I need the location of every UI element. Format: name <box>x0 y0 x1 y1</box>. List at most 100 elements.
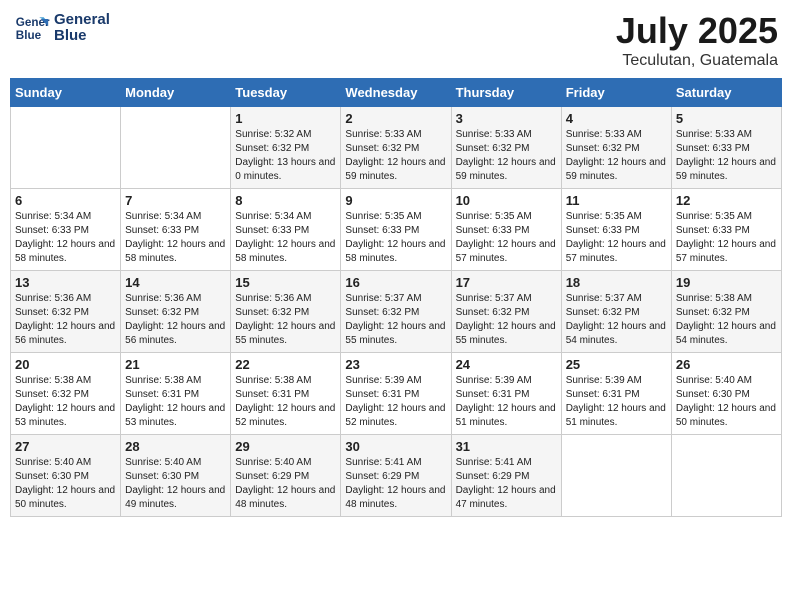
day-info: Sunrise: 5:37 AMSunset: 6:32 PMDaylight:… <box>456 292 557 348</box>
calendar-cell: 24 Sunrise: 5:39 AMSunset: 6:31 PMDayligh… <box>451 353 561 435</box>
day-info: Sunrise: 5:39 AMSunset: 6:31 PMDaylight:… <box>566 374 667 430</box>
week-row-1: 1 Sunrise: 5:32 AMSunset: 6:32 PMDaylight… <box>11 107 782 189</box>
day-info: Sunrise: 5:41 AMSunset: 6:29 PMDaylight:… <box>345 456 446 512</box>
calendar-cell: 4 Sunrise: 5:33 AMSunset: 6:32 PMDaylight… <box>561 107 671 189</box>
calendar-cell: 14 Sunrise: 5:36 AMSunset: 6:32 PMDayligh… <box>121 271 231 353</box>
day-number: 22 <box>235 357 336 372</box>
calendar-table: SundayMondayTuesdayWednesdayThursdayFrid… <box>10 78 782 517</box>
day-number: 1 <box>235 111 336 126</box>
day-info: Sunrise: 5:35 AMSunset: 6:33 PMDaylight:… <box>345 210 446 266</box>
calendar-cell: 29Sunrise: 5:40 AMSunset: 6:29 PMDayligh… <box>231 435 341 517</box>
day-number: 28 <box>125 439 226 454</box>
weekday-header-sunday: Sunday <box>11 79 121 107</box>
calendar-cell: 10Sunrise: 5:35 AMSunset: 6:33 PMDayligh… <box>451 189 561 271</box>
day-number: 11 <box>566 193 667 208</box>
day-number: 17 <box>456 275 557 290</box>
calendar-cell: 3Sunrise: 5:33 AMSunset: 6:32 PMDaylight… <box>451 107 561 189</box>
weekday-header-thursday: Thursday <box>451 79 561 107</box>
day-number: 5 <box>676 111 777 126</box>
month-title: July 2025 <box>616 10 778 52</box>
calendar-cell <box>11 107 121 189</box>
logo: General Blue General Blue <box>14 10 110 46</box>
week-row-5: 27 Sunrise: 5:40 AMSunset: 6:30 PMDayligh… <box>11 435 782 517</box>
day-info: Sunrise: 5:35 AMSunset: 6:33 PMDaylight:… <box>566 210 667 266</box>
day-info: Sunrise: 5:34 AMSunset: 6:33 PMDaylight:… <box>235 210 336 266</box>
week-row-4: 20Sunrise: 5:38 AMSunset: 6:32 PMDayligh… <box>11 353 782 435</box>
day-info: Sunrise: 5:40 AMSunset: 6:30 PMDaylight:… <box>676 374 777 430</box>
day-info: Sunrise: 5:33 AMSunset: 6:32 PMDaylight:… <box>345 128 446 184</box>
weekday-header-monday: Monday <box>121 79 231 107</box>
day-info: Sunrise: 5:38 AMSunset: 6:32 PMDaylight:… <box>676 292 777 348</box>
calendar-cell: 21Sunrise: 5:38 AMSunset: 6:31 PMDayligh… <box>121 353 231 435</box>
day-info: Sunrise: 5:40 AMSunset: 6:29 PMDaylight:… <box>235 456 336 512</box>
calendar-cell: 28 Sunrise: 5:40 AMSunset: 6:30 PMDayligh… <box>121 435 231 517</box>
calendar-cell: 19 Sunrise: 5:38 AMSunset: 6:32 PMDayligh… <box>671 271 781 353</box>
calendar-cell: 9 Sunrise: 5:35 AMSunset: 6:33 PMDaylight… <box>341 189 451 271</box>
calendar-cell: 16 Sunrise: 5:37 AMSunset: 6:32 PMDayligh… <box>341 271 451 353</box>
day-number: 24 <box>456 357 557 372</box>
day-number: 14 <box>125 275 226 290</box>
day-number: 12 <box>676 193 777 208</box>
day-info: Sunrise: 5:39 AMSunset: 6:31 PMDaylight:… <box>456 374 557 430</box>
day-number: 18 <box>566 275 667 290</box>
calendar-cell: 23 Sunrise: 5:39 AMSunset: 6:31 PMDayligh… <box>341 353 451 435</box>
day-number: 13 <box>15 275 116 290</box>
day-number: 4 <box>566 111 667 126</box>
day-info: Sunrise: 5:35 AMSunset: 6:33 PMDaylight:… <box>676 210 777 266</box>
weekday-header-row: SundayMondayTuesdayWednesdayThursdayFrid… <box>11 79 782 107</box>
day-number: 26 <box>676 357 777 372</box>
day-info: Sunrise: 5:33 AMSunset: 6:32 PMDaylight:… <box>566 128 667 184</box>
week-row-3: 13 Sunrise: 5:36 AMSunset: 6:32 PMDayligh… <box>11 271 782 353</box>
day-info: Sunrise: 5:37 AMSunset: 6:32 PMDaylight:… <box>566 292 667 348</box>
day-info: Sunrise: 5:36 AMSunset: 6:32 PMDaylight:… <box>15 292 116 348</box>
calendar-cell: 7 Sunrise: 5:34 AMSunset: 6:33 PMDaylight… <box>121 189 231 271</box>
calendar-cell: 2Sunrise: 5:33 AMSunset: 6:32 PMDaylight… <box>341 107 451 189</box>
calendar-cell: 6Sunrise: 5:34 AMSunset: 6:33 PMDaylight… <box>11 189 121 271</box>
day-info: Sunrise: 5:39 AMSunset: 6:31 PMDaylight:… <box>345 374 446 430</box>
calendar-cell: 20Sunrise: 5:38 AMSunset: 6:32 PMDayligh… <box>11 353 121 435</box>
calendar-cell: 31Sunrise: 5:41 AMSunset: 6:29 PMDayligh… <box>451 435 561 517</box>
calendar-cell: 27Sunrise: 5:40 AMSunset: 6:30 PMDayligh… <box>11 435 121 517</box>
day-number: 3 <box>456 111 557 126</box>
calendar-cell: 30 Sunrise: 5:41 AMSunset: 6:29 PMDayligh… <box>341 435 451 517</box>
day-info: Sunrise: 5:32 AMSunset: 6:32 PMDaylight:… <box>235 128 336 184</box>
day-number: 7 <box>125 193 226 208</box>
day-number: 9 <box>345 193 446 208</box>
calendar-cell: 12 Sunrise: 5:35 AMSunset: 6:33 PMDayligh… <box>671 189 781 271</box>
day-info: Sunrise: 5:40 AMSunset: 6:30 PMDaylight:… <box>125 456 226 512</box>
calendar-cell: 1 Sunrise: 5:32 AMSunset: 6:32 PMDaylight… <box>231 107 341 189</box>
calendar-cell <box>561 435 671 517</box>
day-number: 21 <box>125 357 226 372</box>
header: General Blue General Blue July 2025 Tecu… <box>10 10 782 70</box>
day-number: 31 <box>456 439 557 454</box>
day-info: Sunrise: 5:34 AMSunset: 6:33 PMDaylight:… <box>125 210 226 266</box>
day-number: 16 <box>345 275 446 290</box>
day-number: 20 <box>15 357 116 372</box>
weekday-header-wednesday: Wednesday <box>341 79 451 107</box>
calendar-cell: 22 Sunrise: 5:38 AMSunset: 6:31 PMDayligh… <box>231 353 341 435</box>
calendar-cell: 15 Sunrise: 5:36 AMSunset: 6:32 PMDayligh… <box>231 271 341 353</box>
calendar-cell: 17 Sunrise: 5:37 AMSunset: 6:32 PMDayligh… <box>451 271 561 353</box>
day-info: Sunrise: 5:37 AMSunset: 6:32 PMDaylight:… <box>345 292 446 348</box>
day-number: 23 <box>345 357 446 372</box>
day-info: Sunrise: 5:35 AMSunset: 6:33 PMDaylight:… <box>456 210 557 266</box>
calendar-cell <box>121 107 231 189</box>
day-info: Sunrise: 5:36 AMSunset: 6:32 PMDaylight:… <box>235 292 336 348</box>
day-number: 19 <box>676 275 777 290</box>
calendar-cell: 5Sunrise: 5:33 AMSunset: 6:33 PMDaylight… <box>671 107 781 189</box>
week-row-2: 6Sunrise: 5:34 AMSunset: 6:33 PMDaylight… <box>11 189 782 271</box>
day-info: Sunrise: 5:38 AMSunset: 6:31 PMDaylight:… <box>235 374 336 430</box>
location-title: Teculutan, Guatemala <box>616 52 778 70</box>
day-number: 27 <box>15 439 116 454</box>
calendar-cell: 8Sunrise: 5:34 AMSunset: 6:33 PMDaylight… <box>231 189 341 271</box>
day-number: 30 <box>345 439 446 454</box>
day-info: Sunrise: 5:36 AMSunset: 6:32 PMDaylight:… <box>125 292 226 348</box>
logo-icon: General Blue <box>14 10 50 46</box>
calendar-cell: 11 Sunrise: 5:35 AMSunset: 6:33 PMDayligh… <box>561 189 671 271</box>
svg-text:Blue: Blue <box>16 29 42 42</box>
weekday-header-friday: Friday <box>561 79 671 107</box>
calendar-cell: 13 Sunrise: 5:36 AMSunset: 6:32 PMDayligh… <box>11 271 121 353</box>
day-number: 15 <box>235 275 336 290</box>
calendar-cell: 18 Sunrise: 5:37 AMSunset: 6:32 PMDayligh… <box>561 271 671 353</box>
calendar-cell: 26 Sunrise: 5:40 AMSunset: 6:30 PMDayligh… <box>671 353 781 435</box>
